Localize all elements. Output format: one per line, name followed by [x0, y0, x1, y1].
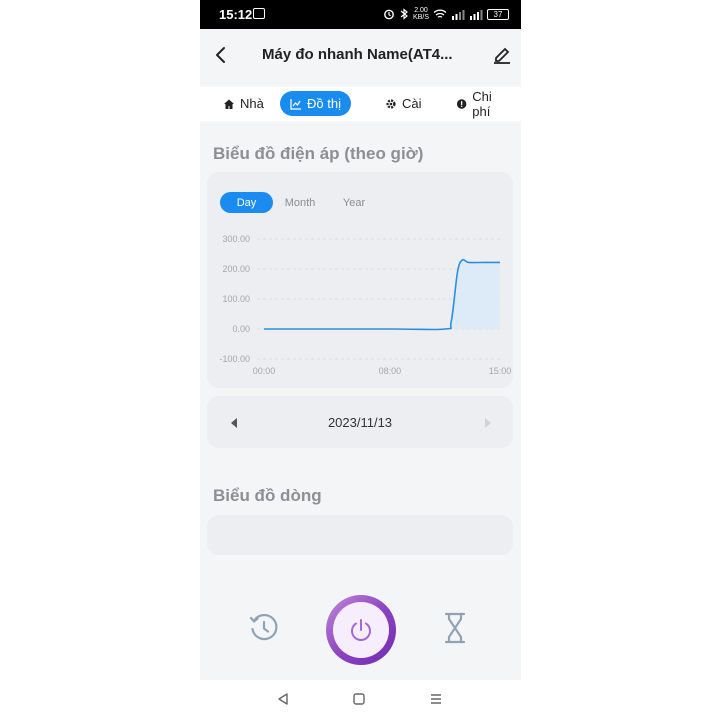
- status-time: 15:12: [219, 7, 253, 22]
- tab-chart-label: Đồ thị: [307, 96, 341, 111]
- x-tick-label: 00:00: [253, 366, 276, 376]
- status-bar: 15:12 2.00 KB/S 37: [200, 0, 521, 29]
- tab-chart[interactable]: Đồ thị: [280, 91, 351, 116]
- y-tick-label: -100.00: [219, 354, 250, 364]
- x-tick-label: 15:00: [489, 366, 512, 376]
- net-speed-value: 2.00: [414, 7, 428, 14]
- date-navigator: 2023/11/13: [207, 396, 513, 448]
- hourglass-icon[interactable]: [443, 612, 467, 644]
- previous-date-icon[interactable]: [229, 417, 239, 429]
- bottom-controls: [200, 586, 521, 680]
- alarm-icon: [384, 9, 394, 20]
- tab-cost[interactable]: Chi phí: [446, 88, 521, 119]
- nav-home-icon[interactable]: [352, 692, 366, 706]
- current-chart-card: [207, 515, 513, 555]
- battery-icon: 37: [487, 8, 509, 20]
- net-speed: 2.00 KB/S: [413, 7, 429, 21]
- y-tick-label: 0.00: [232, 324, 250, 334]
- system-nav-bar: [200, 680, 521, 720]
- y-tick-label: 200.00: [222, 264, 250, 274]
- voltage-area: [264, 259, 500, 330]
- tab-cost-label: Chi phí: [472, 88, 492, 119]
- voltage-chart-card: Day Month Year 300.00 200.00 100.00 0.00 -10…: [207, 172, 513, 388]
- back-arrow-icon[interactable]: [210, 43, 234, 67]
- voltage-chart: 300.00 200.00 100.00 0.00 -100.0000:00 08:00 1…: [219, 234, 512, 376]
- signal-icon-2: [470, 9, 483, 20]
- tab-settings[interactable]: Cài: [375, 91, 432, 116]
- bluetooth-icon: [400, 8, 408, 20]
- power-icon: [351, 619, 371, 641]
- page-title: Máy đo nhanh Name(AT4...: [262, 46, 453, 63]
- current-chart-title: Biểu đồ dòng: [213, 486, 322, 505]
- phone-screen: 15:12 2.00 KB/S 37 Máy đo nhanh Name(AT4…: [200, 0, 521, 720]
- power-button-inner: [333, 602, 389, 658]
- power-button[interactable]: [326, 595, 396, 665]
- y-tick-label: 100.00: [222, 294, 250, 304]
- schedule-timer-icon[interactable]: [248, 612, 280, 644]
- hd-icon: [253, 8, 265, 19]
- home-icon: [224, 99, 234, 109]
- x-tick-label: 08:00: [379, 366, 402, 376]
- voltage-chart-title: Biểu đồ điện áp (theo giờ): [213, 144, 424, 163]
- net-speed-unit: KB/S: [413, 14, 429, 21]
- signal-icon: [452, 9, 465, 20]
- app-header: Máy đo nhanh Name(AT4...: [200, 29, 521, 87]
- status-icons: 2.00 KB/S 37: [383, 7, 509, 21]
- y-tick-label: 300.00: [222, 234, 250, 244]
- chart-icon: [290, 98, 301, 110]
- nav-back-icon[interactable]: [276, 692, 290, 706]
- wifi-icon: [433, 9, 447, 18]
- tab-bar: Nhà Đồ thị Cài Chi phí: [200, 87, 521, 121]
- gear-icon: [386, 98, 396, 109]
- tab-home[interactable]: Nhà: [213, 91, 274, 116]
- cost-icon: [456, 98, 467, 109]
- nav-menu-icon[interactable]: [429, 692, 443, 706]
- tab-settings-label: Cài: [402, 96, 422, 111]
- current-date: 2023/11/13: [327, 414, 393, 430]
- tab-home-label: Nhà: [240, 96, 264, 111]
- next-date-icon[interactable]: [483, 417, 493, 429]
- edit-pencil-icon[interactable]: [491, 43, 513, 65]
